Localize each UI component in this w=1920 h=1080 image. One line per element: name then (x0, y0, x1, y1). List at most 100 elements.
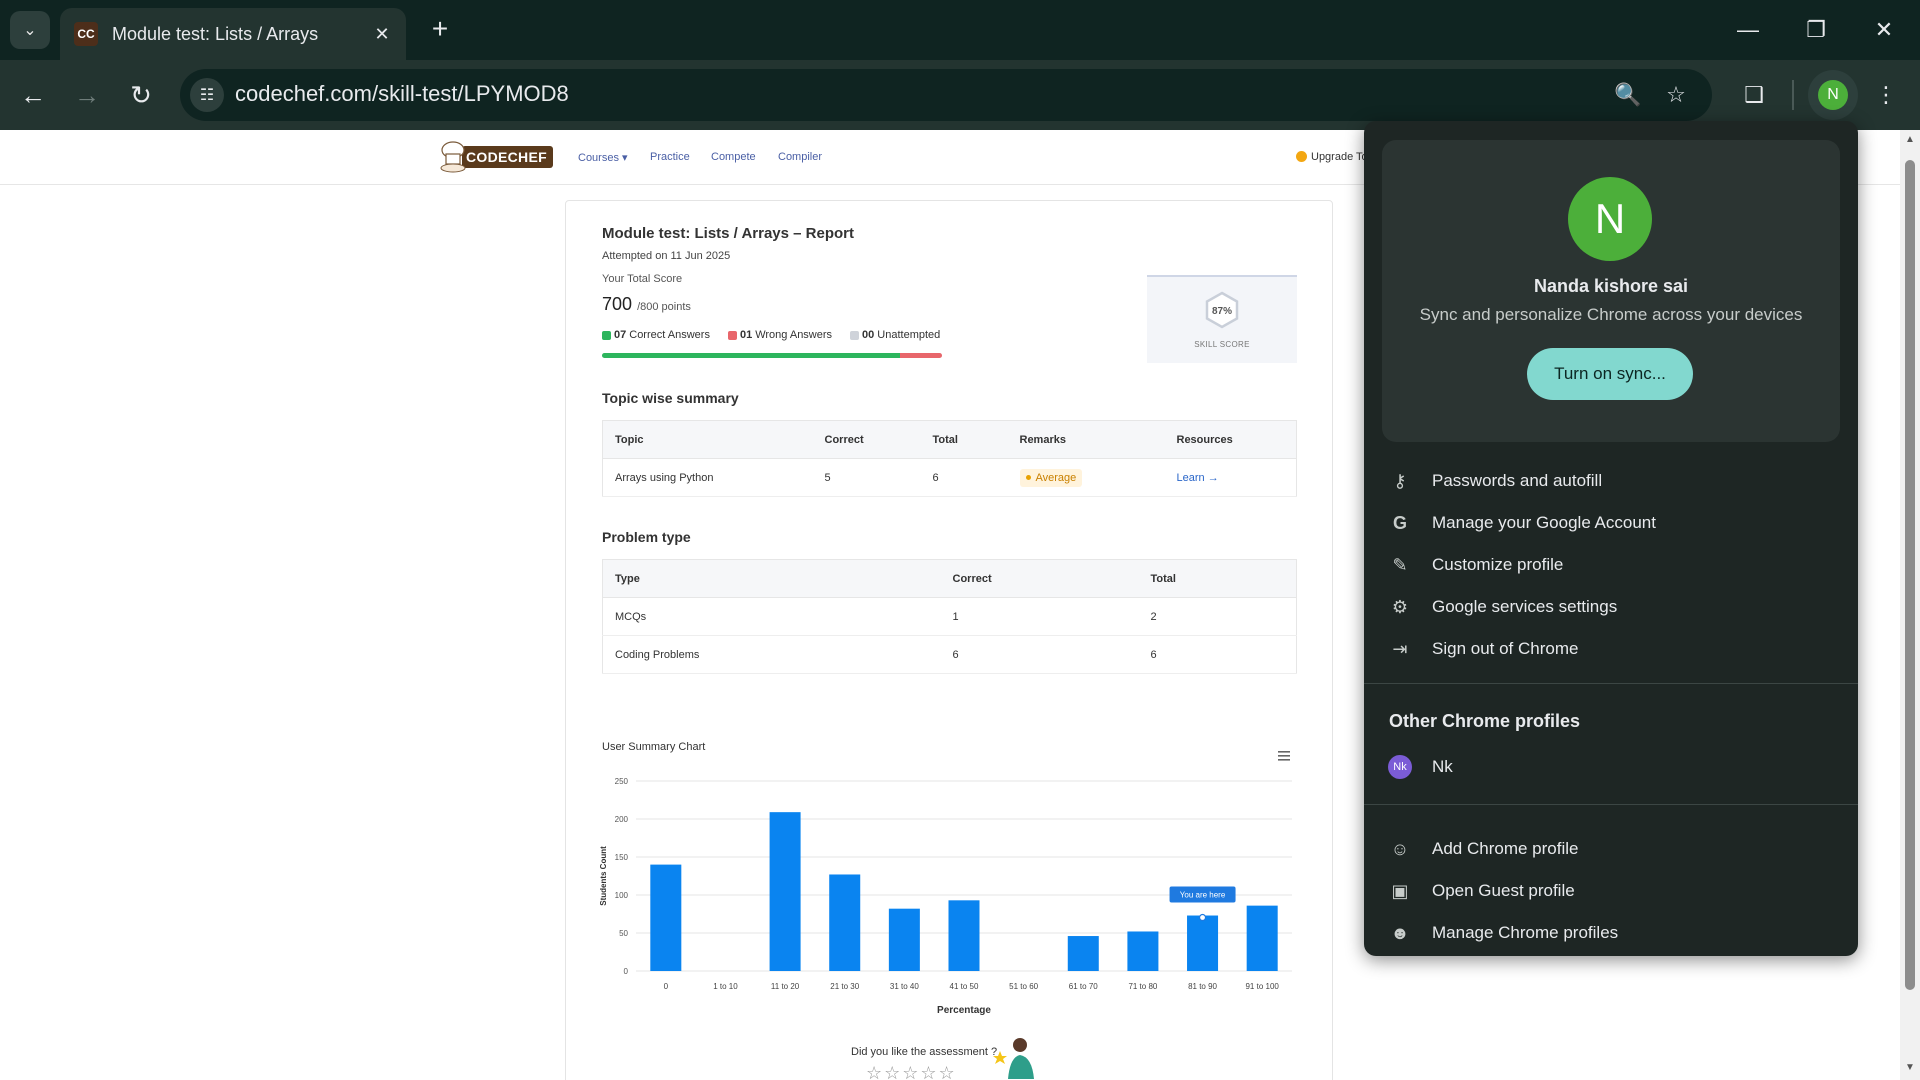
codechef-favicon-icon: CC (74, 22, 98, 46)
nav-compete[interactable]: Compete (711, 151, 756, 163)
url-text[interactable]: codechef.com/skill-test/LPYMOD8 (235, 81, 569, 107)
score-value: 700 (602, 294, 633, 314)
bar (1187, 915, 1219, 971)
marker-dot (1198, 913, 1207, 922)
nav-compiler[interactable]: Compiler (778, 151, 822, 163)
scroll-down-icon[interactable]: ▼ (1900, 1062, 1920, 1078)
avatar: N (1818, 80, 1848, 110)
skill-score-label: SKILL SCORE (1194, 340, 1250, 349)
upgrade-label: Upgrade To (1311, 151, 1368, 163)
bar (829, 874, 861, 971)
col-topic: Topic (602, 420, 813, 459)
google-g-icon: G (1392, 512, 1407, 533)
nav-courses[interactable]: Courses ▾ (578, 151, 628, 164)
gear-icon: ⚙ (1391, 596, 1409, 617)
menu-item-profile-nk[interactable]: Nk Nk (1364, 746, 1858, 788)
hexagon-badge-icon: 87% (1205, 291, 1239, 329)
y-tick-label: 250 (615, 777, 629, 786)
wrong-legend: 01 Wrong Answers (727, 329, 833, 341)
menu-item-label: Google services settings (1432, 597, 1618, 616)
turn-on-sync-button[interactable]: Turn on sync... (1527, 348, 1693, 400)
total-score: 700 /800 points (602, 294, 691, 315)
menu-item-manage-profiles[interactable]: ☻ Manage Chrome profiles (1364, 912, 1858, 954)
unattempted-swatch (850, 330, 860, 340)
user-summary-chart: 0 50 100 150 200 250 0 1 to 10 11 to 20 21 to 30 3… (599, 777, 1292, 1016)
y-tick-label: 150 (615, 853, 629, 862)
nav-practice[interactable]: Practice (650, 151, 690, 163)
menu-item-google-account[interactable]: G Manage your Google Account (1364, 502, 1858, 544)
nav-courses-label: Courses (578, 152, 619, 164)
answer-legend: 07 Correct Answers 01 Wrong Answers 00 U… (602, 329, 940, 341)
badge-dot-icon (1025, 474, 1031, 480)
table-row: Arrays using Python 5 6 Average Learn → (602, 458, 1297, 497)
menu-item-label: Manage your Google Account (1432, 513, 1656, 532)
score-progress-bar (602, 353, 942, 358)
menu-item-passwords[interactable]: ⚷ Passwords and autofill (1364, 460, 1858, 502)
wrong-label: Wrong Answers (755, 329, 833, 341)
scrollbar-thumb[interactable] (1905, 160, 1915, 990)
y-tick-label: 100 (615, 891, 629, 900)
upgrade-link[interactable]: Upgrade To (1296, 151, 1368, 163)
other-profiles-title: Other Chrome profiles (1389, 711, 1581, 731)
active-tab[interactable]: CC Module test: Lists / Arrays ✕ (60, 8, 406, 60)
scroll-up-icon[interactable]: ▲ (1900, 134, 1920, 150)
menu-item-google-services[interactable]: ⚙ Google services settings (1364, 586, 1858, 628)
more-menu-icon[interactable]: ⋮ (1870, 79, 1902, 111)
annotation-label: You are here (1180, 891, 1226, 900)
menu-item-guest-profile[interactable]: ▣ Open Guest profile (1364, 870, 1858, 912)
menu-item-add-profile[interactable]: ☺ Add Chrome profile (1364, 828, 1858, 870)
minimize-icon[interactable]: — (1730, 12, 1766, 48)
sign-out-icon: ⇥ (1392, 638, 1408, 659)
new-tab-button[interactable]: + (424, 14, 456, 46)
menu-item-label: Manage Chrome profiles (1432, 923, 1619, 942)
col-correct: Correct (812, 420, 921, 459)
unattempted-legend: 00 Unattempted (850, 329, 940, 341)
problem-type-table: Type Correct Total MCQs 1 2 Coding Probl… (602, 559, 1297, 674)
topic-cell: Arrays using Python (602, 458, 813, 497)
rating-stars[interactable]: ☆☆☆☆☆ (866, 1063, 957, 1080)
reload-icon[interactable]: ↻ (124, 78, 158, 112)
forward-icon[interactable]: → (70, 78, 104, 112)
x-tick-label: 81 to 90 (1188, 982, 1217, 991)
chef-hat-icon (440, 141, 466, 173)
zoom-icon[interactable]: 🔍 (1612, 79, 1644, 111)
bookmark-star-icon[interactable]: ☆ (1660, 79, 1692, 111)
table-header-row: Topic Correct Total Remarks Resources (602, 420, 1297, 459)
x-tick-label: 51 to 60 (1009, 982, 1038, 991)
menu-item-label: Passwords and autofill (1432, 471, 1603, 490)
guest-icon: ▣ (1391, 880, 1409, 901)
menu-item-sign-out[interactable]: ⇥ Sign out of Chrome (1364, 628, 1858, 670)
close-window-icon[interactable]: ✕ (1866, 12, 1902, 48)
menu-item-label: Customize profile (1432, 555, 1564, 574)
col-type: Type (602, 559, 941, 598)
y-axis-label: Students Count (599, 846, 608, 906)
restore-icon[interactable]: ❐ (1798, 12, 1834, 48)
skill-percent: 87% (1212, 306, 1232, 317)
tab-close-icon[interactable]: ✕ (370, 24, 394, 45)
menu-divider (1364, 804, 1858, 805)
site-info-icon[interactable]: ☷ (190, 78, 224, 112)
profile-button[interactable]: N (1808, 70, 1858, 120)
correct-cell: 5 (812, 458, 921, 497)
extensions-icon[interactable]: ❑ (1738, 79, 1770, 111)
x-tick-label: 21 to 30 (830, 982, 859, 991)
col-total: Total (1138, 559, 1297, 598)
table-row: Coding Problems 6 6 (602, 635, 1297, 674)
progress-correct (602, 353, 900, 358)
col-resources: Resources (1164, 420, 1297, 459)
person-illustration-icon (993, 1038, 1034, 1079)
type-cell: MCQs (602, 597, 941, 636)
badge-label: Average (1035, 471, 1077, 484)
tab-search-button[interactable]: ⌄ (10, 11, 50, 49)
menu-item-customize-profile[interactable]: ✎ Customize profile (1364, 544, 1858, 586)
tab-strip: ⌄ CC Module test: Lists / Arrays ✕ + — ❐… (0, 0, 1920, 60)
learn-link[interactable]: Learn → (1177, 472, 1219, 484)
progress-wrong (899, 353, 942, 358)
add-person-icon: ☺ (1390, 838, 1410, 859)
back-icon[interactable]: ← (16, 78, 50, 112)
codechef-logo[interactable]: CODECHEF (438, 138, 553, 176)
report-card: Module test: Lists / Arrays – Report Att… (565, 200, 1333, 1080)
status-badge: Average (1019, 468, 1083, 487)
x-tick-label: 71 to 80 (1128, 982, 1157, 991)
chevron-down-icon: ⌄ (23, 22, 37, 39)
